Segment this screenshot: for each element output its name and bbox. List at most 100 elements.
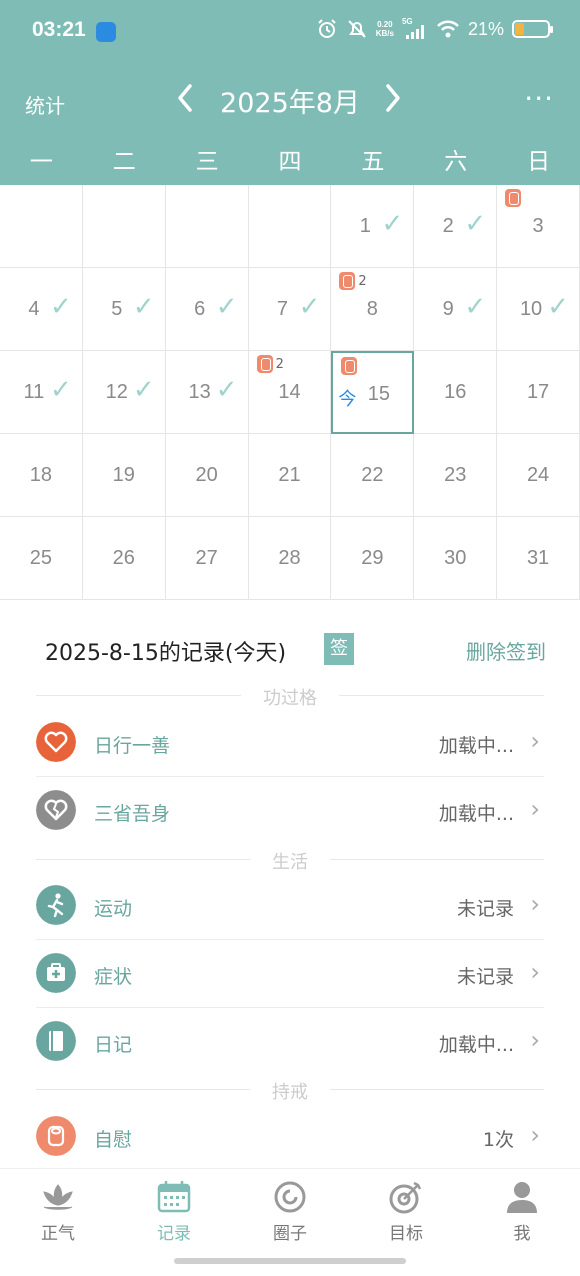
calendar-day[interactable]: 13 ✓ — [165, 351, 249, 434]
calendar-day[interactable]: 19 — [82, 434, 166, 517]
month-title: 2025年8月 — [220, 88, 360, 119]
chevron-right-icon: › — [530, 1121, 540, 1149]
day-number: 23 — [444, 464, 467, 486]
row-value: 加载中... — [438, 1034, 514, 1056]
chevron-right-icon: › — [530, 890, 540, 918]
prev-month-button[interactable] — [172, 78, 202, 118]
list-item-exercise[interactable]: 运动 未记录 › — [36, 872, 544, 940]
calendar-day[interactable]: 21 — [248, 434, 332, 517]
user-icon — [507, 1182, 537, 1213]
weekday-label: 五 — [361, 149, 385, 175]
mute-bell-icon — [348, 20, 366, 38]
calendar-grid: 1 ✓ 2 ✓ 3 4 ✓ 5 ✓ 6 ✓ 7 ✓ 8 2 9 ✓ 10 ✓ 11 ✓ 12 ✓ 13 ✓ 14 2 15 今 16 17 1… — [0, 185, 580, 601]
weekday-label: 六 — [444, 149, 468, 175]
row-value: 加载中... — [438, 735, 514, 757]
status-time: 03:21 — [32, 18, 86, 41]
delete-sign-button[interactable]: 删除签到 — [466, 636, 546, 665]
calendar-day[interactable]: 31 — [497, 517, 580, 600]
row-label: 症状 — [94, 966, 133, 988]
heart-icon — [36, 722, 76, 762]
calendar-day[interactable]: 27 — [165, 517, 249, 600]
calendar-empty-cell — [165, 185, 249, 268]
tissue-roll-icon — [339, 272, 356, 290]
day-number: 3 — [532, 215, 544, 237]
calendar-header: 统计 2025年8月 ··· — [0, 64, 580, 139]
day-number: 16 — [444, 381, 467, 403]
calendar-empty-cell — [82, 185, 166, 268]
calendar-day[interactable]: 2 ✓ — [414, 185, 498, 268]
calendar-day[interactable]: 30 — [414, 517, 498, 600]
calendar-day[interactable]: 17 — [497, 351, 580, 434]
app-notification-icon — [96, 22, 116, 42]
calendar-day[interactable]: 3 — [497, 185, 580, 268]
home-indicator[interactable] — [174, 1258, 406, 1264]
weekday-row: 一 二 三 四 五 六 日 — [0, 139, 580, 185]
list-item-good-deed[interactable]: 日行一善 加载中... › — [36, 709, 544, 777]
check-icon: ✓ — [215, 375, 238, 405]
nav-label: 目标 — [389, 1224, 423, 1244]
day-number: 22 — [361, 464, 384, 486]
alarm-icon — [318, 19, 336, 38]
wifi-icon — [437, 20, 459, 38]
calendar-day[interactable]: 22 — [331, 434, 415, 517]
check-icon: ✓ — [547, 292, 569, 322]
calendar-day[interactable]: 28 — [248, 517, 332, 600]
weekday-label: 二 — [112, 149, 136, 175]
calendar-day[interactable]: 24 — [497, 434, 580, 517]
stats-button[interactable]: 统计 — [25, 90, 65, 119]
calendar-day[interactable]: 25 — [0, 517, 83, 600]
nav-item-me[interactable]: 我 — [482, 1179, 562, 1244]
chevron-right-icon: › — [530, 958, 540, 986]
day-number: 20 — [195, 464, 218, 486]
nav-item-record[interactable]: 记录 — [134, 1179, 214, 1244]
calendar-day[interactable]: 10 ✓ — [497, 268, 580, 351]
chevron-left-icon — [178, 84, 192, 112]
status-bar: 03:21 0.20 KB/s 5G 21% — [0, 0, 580, 64]
lotus-icon — [43, 1184, 73, 1210]
weekday-label: 一 — [29, 149, 53, 175]
net-speed: 0.20 KB/s — [375, 20, 394, 38]
weekday-label: 日 — [527, 149, 551, 175]
calendar-day[interactable]: 26 — [82, 517, 166, 600]
list-item-self-reflect[interactable]: 三省吾身 加载中... › — [36, 777, 544, 845]
calendar-day[interactable]: 20 — [165, 434, 249, 517]
weekday-label: 三 — [195, 149, 219, 175]
nav-label: 记录 — [157, 1224, 191, 1244]
check-icon: ✓ — [464, 209, 487, 239]
nav-item-zhengqi[interactable]: 正气 — [18, 1179, 98, 1244]
calendar-day[interactable]: 16 — [414, 351, 498, 434]
calendar-day[interactable]: 15 今 — [331, 351, 415, 434]
record-title: 2025-8-15的记录(今天) — [45, 641, 287, 666]
row-label: 运动 — [94, 898, 133, 920]
section-divider: 持戒 — [36, 1078, 544, 1104]
calendar-day[interactable]: 23 — [414, 434, 498, 517]
signal-icon: 5G — [402, 17, 428, 39]
day-number: 25 — [29, 547, 53, 569]
tissue-roll-icon — [256, 355, 273, 373]
more-button[interactable]: ··· — [524, 82, 554, 115]
day-number: 24 — [526, 464, 550, 486]
badge-count: 2 — [358, 274, 367, 289]
next-month-button[interactable] — [380, 78, 410, 118]
list-item-diary[interactable]: 日记 加载中... › — [36, 1008, 544, 1076]
nav-item-goal[interactable]: 目标 — [366, 1179, 446, 1244]
list-item-symptoms[interactable]: 症状 未记录 › — [36, 940, 544, 1008]
nav-label: 正气 — [41, 1224, 75, 1244]
nav-label: 圈子 — [273, 1224, 307, 1244]
row-label: 三省吾身 — [94, 803, 171, 825]
chevron-right-icon: › — [530, 727, 540, 755]
calendar-day[interactable]: 29 — [331, 517, 415, 600]
calendar-day[interactable]: 18 — [0, 434, 83, 517]
row-label: 日记 — [94, 1034, 133, 1056]
calendar-day[interactable]: 7 ✓ — [248, 268, 332, 351]
calendar-empty-cell — [0, 185, 83, 268]
day-number: 21 — [278, 464, 301, 486]
nav-item-circle[interactable]: 圈子 — [250, 1179, 330, 1244]
day-number: 29 — [361, 547, 384, 569]
calendar-day[interactable]: 14 2 — [248, 351, 332, 434]
row-label: 自慰 — [94, 1129, 133, 1151]
running-icon — [36, 885, 76, 925]
list-item-abstain[interactable]: 自慰 1次 › — [36, 1103, 544, 1171]
row-value: 未记录 — [456, 898, 514, 920]
tissue-roll-icon — [505, 189, 522, 207]
